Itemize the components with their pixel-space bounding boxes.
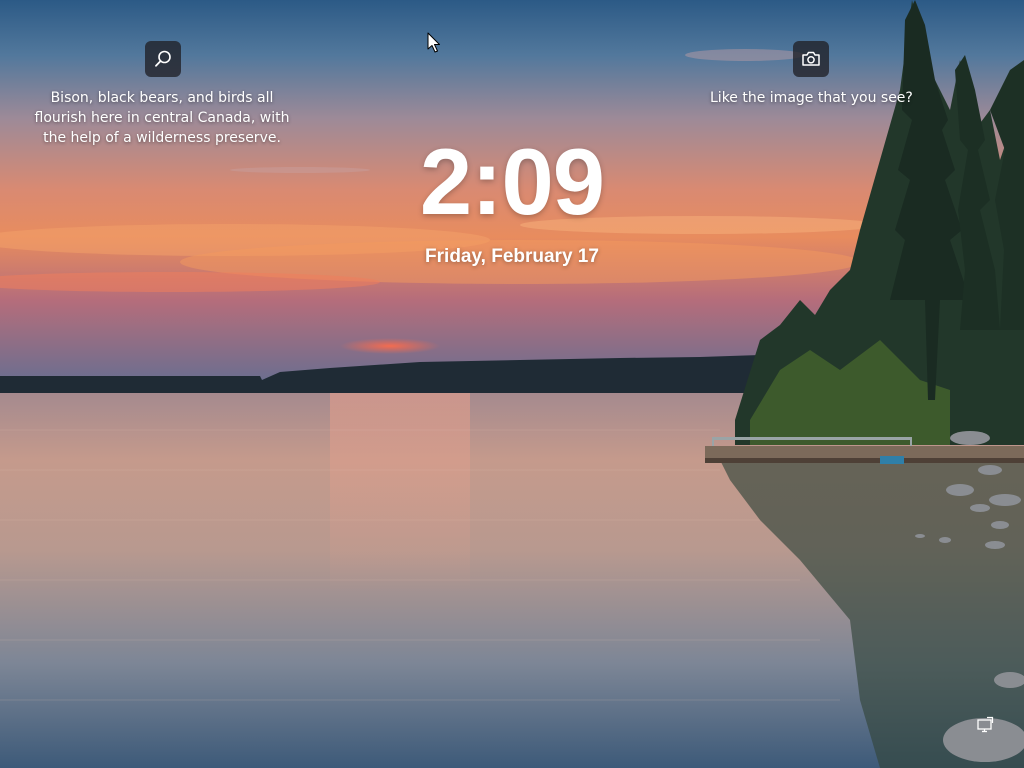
camera-button[interactable] xyxy=(793,41,829,77)
mouse-cursor-icon xyxy=(427,32,440,53)
clock-date: Friday, February 17 xyxy=(425,246,599,267)
camera-icon xyxy=(802,51,820,66)
search-icon xyxy=(155,50,171,67)
clock-time: 2:09 xyxy=(419,129,605,234)
search-button[interactable] xyxy=(145,41,181,77)
lock-screen[interactable]: Bison, black bears, and birds all flouri… xyxy=(0,0,1024,768)
network-icon[interactable] xyxy=(976,716,994,734)
spotlight-fact-text[interactable]: Bison, black bears, and birds all flouri… xyxy=(32,88,292,148)
like-image-text[interactable]: Like the image that you see? xyxy=(710,88,913,108)
